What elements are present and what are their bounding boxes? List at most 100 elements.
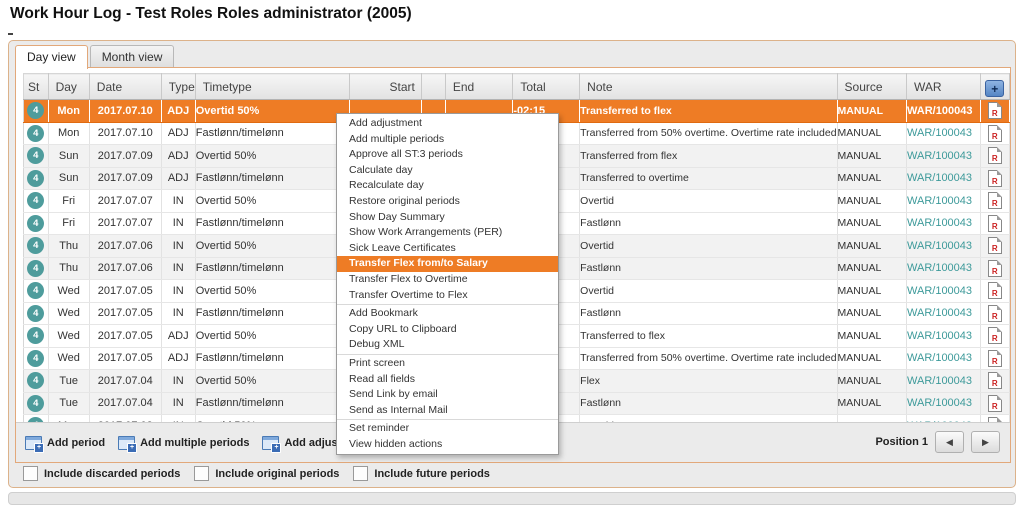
source-cell: MANUAL bbox=[837, 257, 906, 280]
menu-item[interactable]: Print screen bbox=[337, 356, 558, 372]
menu-item[interactable]: Add multiple periods bbox=[337, 132, 558, 148]
menu-item[interactable]: Transfer Overtime to Flex bbox=[337, 288, 558, 304]
report-icon[interactable] bbox=[988, 282, 1002, 299]
report-cell bbox=[980, 122, 1009, 145]
page-fold-icon bbox=[997, 147, 1002, 152]
report-icon[interactable] bbox=[988, 215, 1002, 232]
date-cell: 2017.07.05 bbox=[89, 347, 161, 370]
status-cell: 4 bbox=[24, 122, 49, 145]
war-link[interactable]: WAR/100043 bbox=[907, 397, 972, 409]
type-cell: IN bbox=[161, 190, 195, 213]
timetype-cell: Overtid 50% bbox=[195, 190, 350, 213]
menu-item[interactable]: Show Day Summary bbox=[337, 210, 558, 226]
report-cell bbox=[980, 145, 1009, 168]
report-icon[interactable] bbox=[988, 102, 1002, 119]
col-header-start[interactable]: Start bbox=[350, 74, 421, 100]
note-cell: Transferred to flex bbox=[580, 325, 837, 348]
report-icon[interactable] bbox=[988, 350, 1002, 367]
type-cell: IN bbox=[161, 370, 195, 393]
report-cell bbox=[980, 370, 1009, 393]
col-header-source[interactable]: Source bbox=[837, 74, 906, 100]
menu-item[interactable]: Restore original periods bbox=[337, 194, 558, 210]
status-cell: 4 bbox=[24, 145, 49, 168]
menu-item[interactable]: Add adjustment bbox=[337, 116, 558, 132]
menu-item[interactable]: Sick Leave Certificates bbox=[337, 241, 558, 257]
col-header-end[interactable]: End bbox=[445, 74, 513, 100]
report-icon[interactable] bbox=[988, 305, 1002, 322]
col-header-date[interactable]: Date bbox=[89, 74, 161, 100]
report-icon[interactable] bbox=[988, 170, 1002, 187]
war-link[interactable]: WAR/100043 bbox=[907, 105, 972, 117]
report-icon[interactable] bbox=[988, 192, 1002, 209]
menu-item[interactable]: View hidden actions bbox=[337, 437, 558, 453]
col-header-total[interactable]: Total bbox=[513, 74, 580, 100]
menu-separator bbox=[337, 354, 558, 355]
war-link[interactable]: WAR/100043 bbox=[907, 352, 972, 364]
war-link[interactable]: WAR/100043 bbox=[907, 285, 972, 297]
war-link[interactable]: WAR/100043 bbox=[907, 307, 972, 319]
include-discarded-checkbox[interactable] bbox=[23, 466, 38, 481]
menu-item[interactable]: Set reminder bbox=[337, 421, 558, 437]
menu-item[interactable]: Calculate day bbox=[337, 163, 558, 179]
add-button[interactable]: Add multiple periods bbox=[118, 436, 249, 450]
add-column-plus-icon[interactable] bbox=[985, 80, 1004, 97]
menu-item[interactable]: Transfer Flex to Overtime bbox=[337, 272, 558, 288]
pager: Position 1 bbox=[875, 431, 1000, 453]
war-link[interactable]: WAR/100043 bbox=[907, 150, 972, 162]
war-link[interactable]: WAR/100043 bbox=[907, 172, 972, 184]
note-cell: Transferred from 50% overtime. Overtime … bbox=[580, 122, 837, 145]
col-header-gap bbox=[421, 74, 445, 100]
source-cell: MANUAL bbox=[837, 212, 906, 235]
menu-item[interactable]: Approve all ST:3 periods bbox=[337, 147, 558, 163]
report-icon[interactable] bbox=[988, 327, 1002, 344]
tab-day-view[interactable]: Day view bbox=[15, 45, 88, 69]
report-icon[interactable] bbox=[988, 395, 1002, 412]
menu-item[interactable]: Send Link by email bbox=[337, 387, 558, 403]
col-header-type[interactable]: Type bbox=[161, 74, 195, 100]
menu-item[interactable]: Add Bookmark bbox=[337, 306, 558, 322]
next-position-button[interactable] bbox=[971, 431, 1000, 453]
menu-item[interactable]: Read all fields bbox=[337, 372, 558, 388]
timetype-cell: Fastlønn/timelønn bbox=[195, 122, 350, 145]
page-fold-icon bbox=[997, 192, 1002, 197]
war-link[interactable]: WAR/100043 bbox=[907, 195, 972, 207]
col-header-day[interactable]: Day bbox=[48, 74, 89, 100]
report-icon[interactable] bbox=[988, 147, 1002, 164]
add-button[interactable]: Add period bbox=[25, 436, 105, 450]
menu-item[interactable]: Copy URL to Clipboard bbox=[337, 322, 558, 338]
report-icon[interactable] bbox=[988, 260, 1002, 277]
status-badge: 4 bbox=[27, 102, 44, 119]
war-link[interactable]: WAR/100043 bbox=[907, 262, 972, 274]
col-header-note[interactable]: Note bbox=[580, 74, 837, 100]
war-cell: WAR/100043 bbox=[907, 145, 981, 168]
war-link[interactable]: WAR/100043 bbox=[907, 375, 972, 387]
war-link[interactable]: WAR/100043 bbox=[907, 240, 972, 252]
previous-position-button[interactable] bbox=[935, 431, 964, 453]
war-link[interactable]: WAR/100043 bbox=[907, 330, 972, 342]
menu-item[interactable]: Recalculate day bbox=[337, 178, 558, 194]
day-cell: Mon bbox=[48, 122, 89, 145]
timetype-cell: Fastlønn/timelønn bbox=[195, 257, 350, 280]
status-badge: 4 bbox=[27, 395, 44, 412]
war-cell: WAR/100043 bbox=[907, 392, 981, 415]
col-header-st[interactable]: St bbox=[24, 74, 49, 100]
report-icon[interactable] bbox=[988, 237, 1002, 254]
include-future-checkbox[interactable] bbox=[353, 466, 368, 481]
menu-item[interactable]: Debug XML bbox=[337, 337, 558, 353]
menu-item[interactable]: Transfer Flex from/to Salary bbox=[337, 256, 558, 272]
source-cell: MANUAL bbox=[837, 370, 906, 393]
report-icon[interactable] bbox=[988, 372, 1002, 389]
date-cell: 2017.07.07 bbox=[89, 212, 161, 235]
report-icon[interactable] bbox=[988, 125, 1002, 142]
col-header-war[interactable]: WAR bbox=[907, 74, 981, 100]
include-original-checkbox[interactable] bbox=[194, 466, 209, 481]
date-cell: 2017.07.05 bbox=[89, 325, 161, 348]
war-link[interactable]: WAR/100043 bbox=[907, 217, 972, 229]
col-header-timetype[interactable]: Timetype bbox=[195, 74, 350, 100]
bottom-panel-edge bbox=[8, 492, 1016, 505]
date-cell: 2017.07.09 bbox=[89, 167, 161, 190]
tab-month-view[interactable]: Month view bbox=[90, 45, 175, 68]
menu-item[interactable]: Show Work Arrangements (PER) bbox=[337, 225, 558, 241]
war-link[interactable]: WAR/100043 bbox=[907, 127, 972, 139]
menu-item[interactable]: Send as Internal Mail bbox=[337, 403, 558, 419]
